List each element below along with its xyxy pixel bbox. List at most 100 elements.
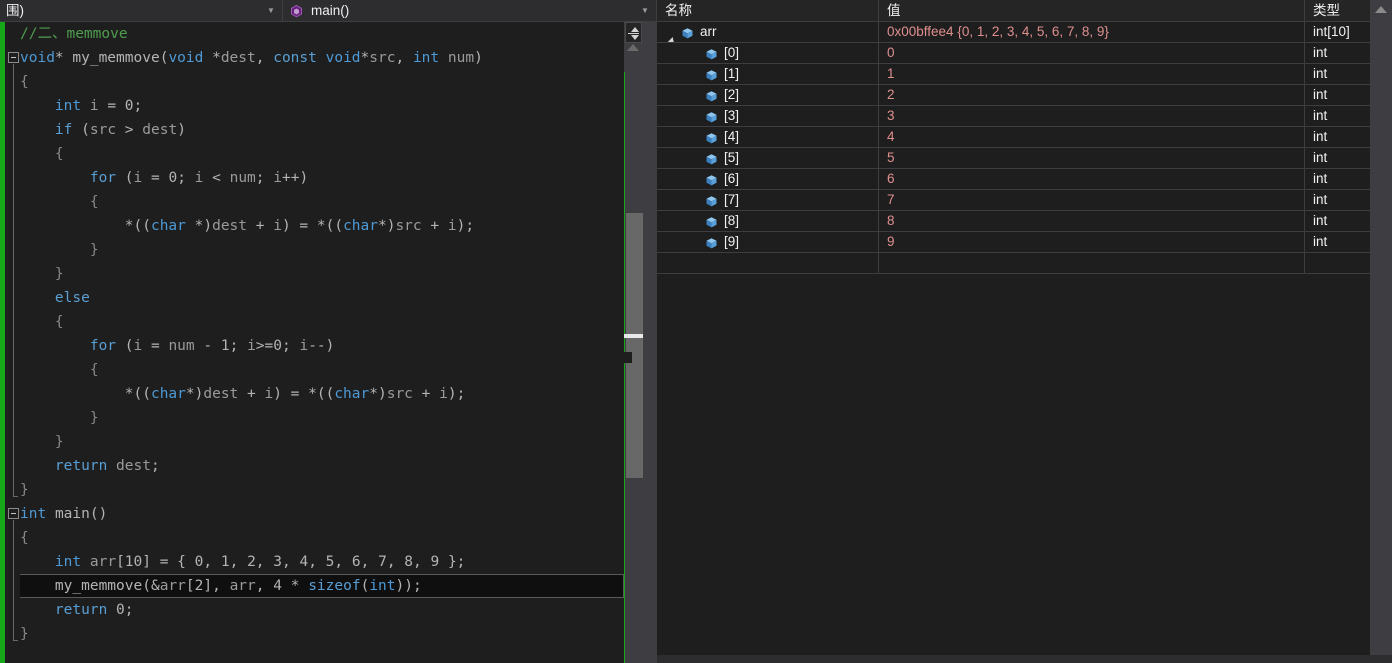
watch-row-value-cell[interactable]: 9: [879, 232, 1305, 252]
code-token: dest: [116, 458, 151, 474]
code-line[interactable]: void* my_memmove(void *dest, const void*…: [0, 46, 624, 70]
code-line[interactable]: }: [0, 262, 624, 286]
code-line[interactable]: int main(): [0, 502, 624, 526]
code-token: *): [185, 218, 213, 234]
watch-row-name-label: arr: [700, 24, 717, 39]
code-token: -: [194, 338, 221, 354]
watch-row[interactable]: [3] 3 int: [657, 106, 1392, 127]
watch-row-value-cell[interactable]: 4: [879, 127, 1305, 147]
watch-row[interactable]: [6] 6 int: [657, 169, 1392, 190]
code-line[interactable]: int i = 0;: [0, 94, 624, 118]
watch-row[interactable]: [0] 0 int: [657, 43, 1392, 64]
code-line[interactable]: }: [0, 406, 624, 430]
watch-row-value-cell[interactable]: [879, 253, 1305, 273]
code-line[interactable]: {: [0, 190, 624, 214]
editor-vertical-scrollbar[interactable]: [624, 22, 656, 663]
code-token: }: [54, 266, 64, 282]
watch-row[interactable]: [657, 253, 1392, 274]
code-line[interactable]: *((char *)dest + i) = *((char*)src + i);: [0, 214, 624, 238]
code-line[interactable]: {: [0, 310, 624, 334]
watch-row[interactable]: [1] 1 int: [657, 64, 1392, 85]
code-token: char: [343, 218, 378, 234]
code-token: src: [386, 386, 413, 402]
watch-row[interactable]: [9] 9 int: [657, 232, 1392, 253]
code-line[interactable]: }: [0, 622, 624, 646]
watch-row-name-cell[interactable]: [4]: [657, 127, 879, 147]
code-line[interactable]: {: [0, 70, 624, 94]
watch-row-name-cell[interactable]: [1]: [657, 64, 879, 84]
watch-row-name-cell[interactable]: [7]: [657, 190, 879, 210]
watch-row-value-cell[interactable]: 2: [879, 85, 1305, 105]
watch-row-name-cell[interactable]: [0]: [657, 43, 879, 63]
code-token: {: [20, 530, 29, 546]
watch-row-name-cell[interactable]: [8]: [657, 211, 879, 231]
watch-row-name-cell[interactable]: [5]: [657, 148, 879, 168]
code-token: ): [177, 122, 186, 138]
member-dropdown-label: main(): [311, 3, 350, 18]
code-line[interactable]: //二、memmove: [0, 22, 624, 46]
watch-row[interactable]: [4] 4 int: [657, 127, 1392, 148]
code-token: }: [20, 482, 29, 498]
code-line[interactable]: {: [0, 526, 624, 550]
scope-dropdown[interactable]: 围) ▼: [0, 0, 283, 22]
watch-row-name-cell[interactable]: [6]: [657, 169, 879, 189]
code-line[interactable]: return dest;: [0, 454, 624, 478]
watch-row-value-cell[interactable]: 7: [879, 190, 1305, 210]
code-text-area[interactable]: //二、memmove void* my_memmove(void *dest, …: [0, 22, 624, 663]
code-line[interactable]: {: [0, 358, 624, 382]
watch-row[interactable]: [8] 8 int: [657, 211, 1392, 232]
code-line-current[interactable]: my_memmove(&arr[2], arr, 4 * sizeof(int)…: [20, 574, 624, 598]
watch-row[interactable]: [7] 7 int: [657, 190, 1392, 211]
chevron-up-icon[interactable]: [1375, 6, 1387, 13]
code-line[interactable]: for (i = 0; i < num; i++): [0, 166, 624, 190]
watch-row-name-cell[interactable]: [3]: [657, 106, 879, 126]
watch-row-value-cell[interactable]: 3: [879, 106, 1305, 126]
watch-vertical-scrollbar[interactable]: [1370, 0, 1392, 663]
watch-row-value-cell[interactable]: 5: [879, 148, 1305, 168]
code-line[interactable]: {: [0, 142, 624, 166]
watch-row-name-label: [5]: [724, 150, 740, 165]
watch-row-value-cell[interactable]: 0: [879, 43, 1305, 63]
watch-row-name-label: [9]: [724, 234, 740, 249]
member-dropdown[interactable]: main() ▼: [283, 0, 656, 22]
watch-row-name-label: [3]: [724, 108, 740, 123]
code-token: 3: [273, 554, 282, 570]
watch-row-name-cell[interactable]: [2]: [657, 85, 879, 105]
column-header-value[interactable]: 值: [879, 0, 1305, 22]
chevron-up-icon[interactable]: [627, 44, 639, 51]
scrollbar-thumb[interactable]: [626, 213, 643, 478]
watch-row-value-cell[interactable]: 1: [879, 64, 1305, 84]
code-line[interactable]: else: [0, 286, 624, 310]
watch-row-value-cell[interactable]: 6: [879, 169, 1305, 189]
watch-row-value-cell[interactable]: 0x00bffee4 {0, 1, 2, 3, 4, 5, 6, 7, 8, 9…: [879, 22, 1305, 42]
watch-row-name-cell[interactable]: [9]: [657, 232, 879, 252]
code-token: int: [54, 98, 82, 114]
code-line[interactable]: }: [0, 430, 624, 454]
split-view-icon[interactable]: [625, 22, 642, 43]
watch-row[interactable]: [5] 5 int: [657, 148, 1392, 169]
code-token: ++): [282, 170, 309, 186]
column-header-name[interactable]: 名称: [657, 0, 879, 22]
watch-row-name-cell[interactable]: arr: [657, 22, 879, 42]
code-line[interactable]: }: [0, 238, 624, 262]
watch-row[interactable]: arr 0x00bffee4 {0, 1, 2, 3, 4, 5, 6, 7, 8…: [657, 22, 1392, 43]
code-line[interactable]: if (src > dest): [0, 118, 624, 142]
watch-row[interactable]: [2] 2 int: [657, 85, 1392, 106]
code-line[interactable]: for (i = num - 1; i>=0; i--): [0, 334, 624, 358]
code-line[interactable]: *((char*)dest + i) = *((char*)src + i);: [0, 382, 624, 406]
code-line[interactable]: }: [0, 478, 624, 502]
editor-navigation-bar: 围) ▼ main() ▼: [0, 0, 656, 22]
watch-row-name-cell[interactable]: [657, 253, 879, 273]
code-line[interactable]: return 0;: [0, 598, 624, 622]
code-token: 0: [124, 98, 134, 114]
code-token: char: [334, 386, 370, 402]
code-token: =: [142, 338, 169, 354]
code-token: =: [98, 98, 125, 114]
code-line[interactable]: int arr[10] = { 0, 1, 2, 3, 4, 5, 6, 7, …: [0, 550, 624, 574]
watch-row-value-cell[interactable]: 8: [879, 211, 1305, 231]
